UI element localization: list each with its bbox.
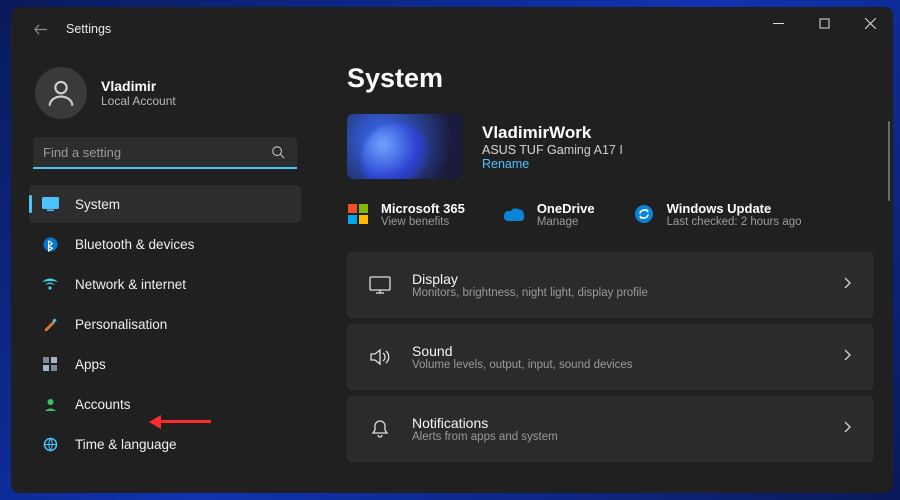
search-input[interactable]: [33, 137, 297, 169]
scrollbar[interactable]: [888, 121, 890, 201]
close-button[interactable]: [847, 7, 893, 39]
sidebar-item-network[interactable]: Network & internet: [29, 265, 301, 303]
service-microsoft-365[interactable]: Microsoft 365 View benefits: [347, 201, 465, 228]
back-button[interactable]: [25, 14, 55, 44]
service-subtitle: Manage: [537, 216, 595, 228]
tile-title: Notifications: [412, 415, 842, 431]
display-icon: [41, 195, 59, 213]
chevron-right-icon: [842, 420, 852, 439]
device-thumbnail[interactable]: [347, 114, 462, 179]
bell-icon: [368, 419, 392, 439]
sidebar-item-system[interactable]: System: [29, 185, 301, 223]
sidebar-item-apps[interactable]: Apps: [29, 345, 301, 383]
service-subtitle: View benefits: [381, 216, 465, 228]
chevron-right-icon: [842, 348, 852, 367]
minimize-button[interactable]: [755, 7, 801, 39]
sidebar-item-label: Time & language: [75, 437, 177, 452]
page-title: System: [347, 63, 873, 94]
cloud-icon: [503, 203, 525, 225]
paintbrush-icon: [41, 315, 59, 333]
tile-subtitle: Monitors, brightness, night light, displ…: [412, 287, 842, 299]
service-title: Windows Update: [667, 201, 802, 216]
tile-subtitle: Volume levels, output, input, sound devi…: [412, 359, 842, 371]
setting-tile-notifications[interactable]: Notifications Alerts from apps and syste…: [347, 396, 873, 462]
sidebar-item-time-language[interactable]: Time & language: [29, 425, 301, 463]
user-subtitle: Local Account: [101, 94, 176, 108]
device-model: ASUS TUF Gaming A17 I: [482, 143, 623, 157]
setting-tile-sound[interactable]: Sound Volume levels, output, input, soun…: [347, 324, 873, 390]
person-icon: [41, 395, 59, 413]
refresh-icon: [633, 203, 655, 225]
microsoft-icon: [347, 203, 369, 225]
rename-link[interactable]: Rename: [482, 157, 623, 171]
sidebar-item-label: Apps: [75, 357, 106, 372]
service-subtitle: Last checked: 2 hours ago: [667, 216, 802, 228]
service-title: OneDrive: [537, 201, 595, 216]
maximize-button[interactable]: [801, 7, 847, 39]
setting-tile-display[interactable]: Display Monitors, brightness, night ligh…: [347, 252, 873, 318]
service-onedrive[interactable]: OneDrive Manage: [503, 201, 595, 228]
window-title: Settings: [66, 22, 111, 36]
service-title: Microsoft 365: [381, 201, 465, 216]
apps-icon: [41, 355, 59, 373]
sidebar-item-label: Network & internet: [75, 277, 186, 292]
chevron-right-icon: [842, 276, 852, 295]
search-icon: [271, 145, 285, 164]
monitor-icon: [368, 276, 392, 294]
sidebar-item-label: Bluetooth & devices: [75, 237, 194, 252]
avatar: [35, 67, 87, 119]
sidebar-item-bluetooth[interactable]: Bluetooth & devices: [29, 225, 301, 263]
sidebar-item-label: Personalisation: [75, 317, 167, 332]
wifi-icon: [41, 275, 59, 293]
user-name: Vladimir: [101, 78, 176, 94]
tile-title: Sound: [412, 343, 842, 359]
service-windows-update[interactable]: Windows Update Last checked: 2 hours ago: [633, 201, 802, 228]
clock-globe-icon: [41, 435, 59, 453]
sidebar-item-label: System: [75, 197, 120, 212]
sidebar-item-personalisation[interactable]: Personalisation: [29, 305, 301, 343]
speaker-icon: [368, 348, 392, 366]
bluetooth-icon: [41, 235, 59, 253]
tile-title: Display: [412, 271, 842, 287]
sidebar-item-label: Accounts: [75, 397, 131, 412]
tile-subtitle: Alerts from apps and system: [412, 431, 842, 443]
sidebar-item-accounts[interactable]: Accounts: [29, 385, 301, 423]
device-name: VladimirWork: [482, 123, 623, 143]
user-block[interactable]: Vladimir Local Account: [29, 59, 301, 137]
